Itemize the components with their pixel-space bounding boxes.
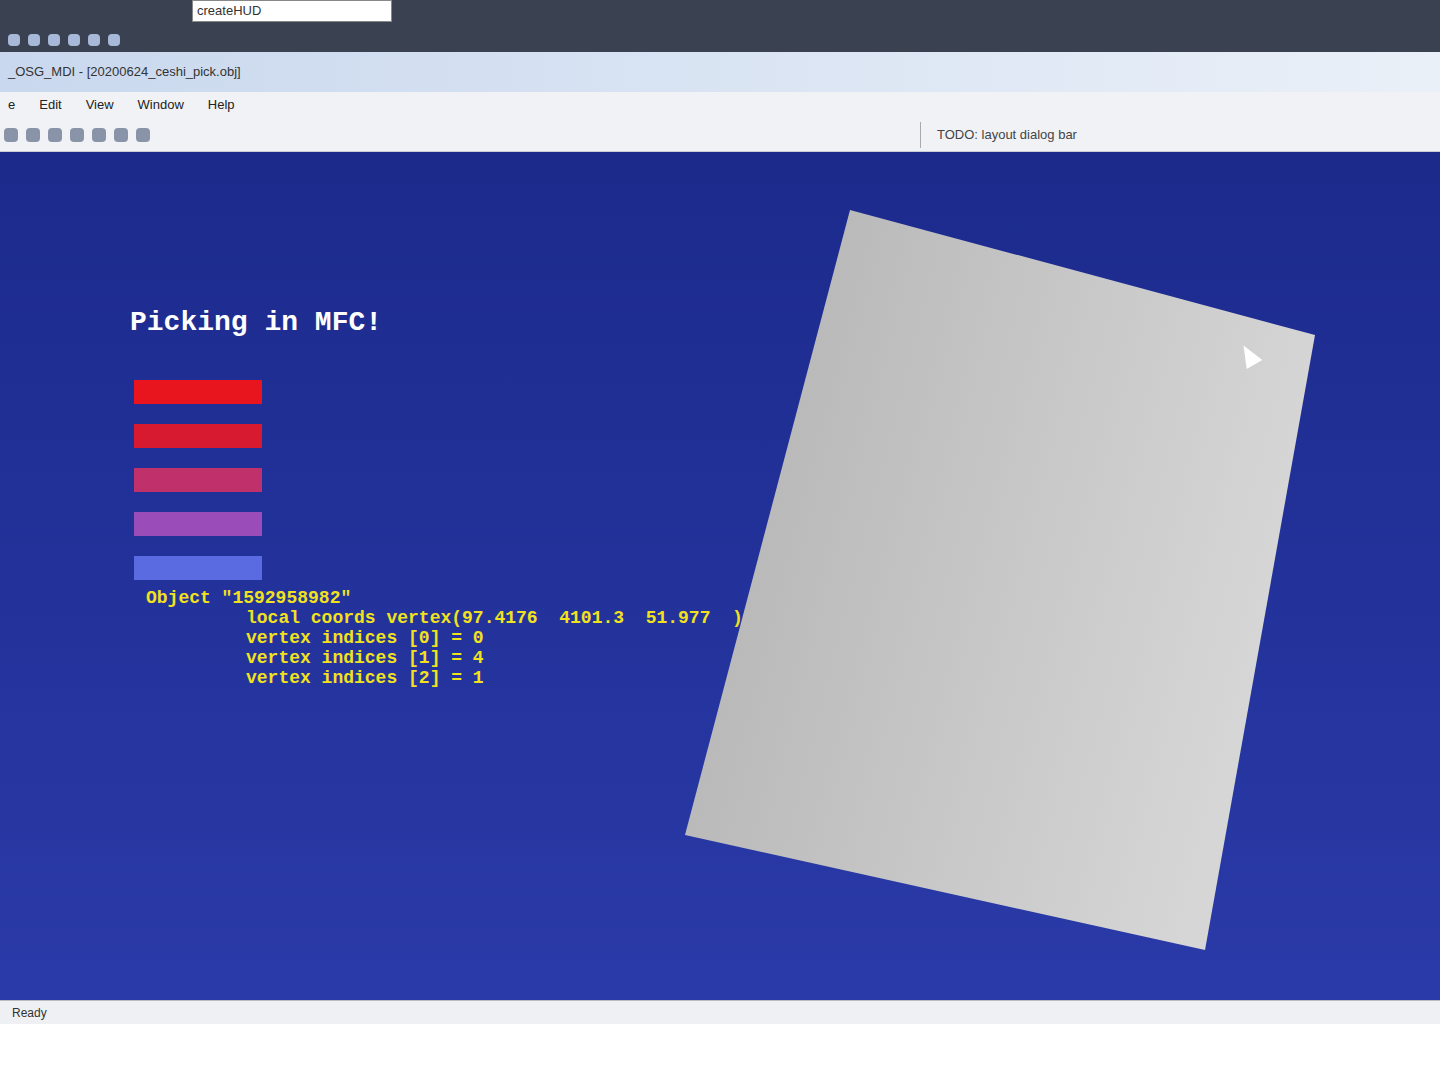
tool-icon[interactable] xyxy=(108,34,120,46)
status-bar: Ready xyxy=(0,1000,1440,1024)
menu-item[interactable]: View xyxy=(82,95,118,115)
toolbar: TODO: layout dialog bar xyxy=(0,118,1440,152)
tool-icon[interactable] xyxy=(92,128,106,142)
menu-item[interactable]: e xyxy=(4,95,19,115)
hud: Picking in MFC! Object "1592958982"local … xyxy=(130,302,743,688)
status-text: Ready xyxy=(12,1004,47,1022)
tool-icon[interactable] xyxy=(28,34,40,46)
combo-text: createHUD xyxy=(197,1,261,21)
toolbar-icons xyxy=(8,0,120,46)
tool-icon[interactable] xyxy=(70,128,84,142)
menu-item[interactable]: Help xyxy=(204,95,239,115)
menu-item[interactable]: Edit xyxy=(35,95,65,115)
tool-icon[interactable] xyxy=(48,34,60,46)
window-title: _OSG_MDI - [20200624_ceshi_pick.obj] xyxy=(8,62,241,82)
combo-box[interactable]: createHUD xyxy=(192,0,392,22)
viewport[interactable]: Picking in MFC! Object "1592958982"local … xyxy=(0,152,1440,1000)
color-bar xyxy=(134,380,262,404)
color-bars xyxy=(130,380,743,580)
dialog-bar: TODO: layout dialog bar xyxy=(937,125,1077,145)
info-line: vertex indices [1] = 4 xyxy=(146,648,743,668)
color-bar xyxy=(134,424,262,448)
tool-icon[interactable] xyxy=(136,128,150,142)
toolbar-icons xyxy=(4,128,904,142)
pick-info: Object "1592958982"local coords vertex(9… xyxy=(130,588,743,688)
tool-icon[interactable] xyxy=(8,34,20,46)
tool-icon[interactable] xyxy=(114,128,128,142)
title-bar: _OSG_MDI - [20200624_ceshi_pick.obj] xyxy=(0,52,1440,92)
tool-icon[interactable] xyxy=(26,128,40,142)
menu-bar: e Edit View Window Help xyxy=(0,92,1440,118)
menu-item[interactable]: Window xyxy=(134,95,188,115)
info-line: vertex indices [0] = 0 xyxy=(146,628,743,648)
color-bar xyxy=(134,468,262,492)
info-line: Object "1592958982" xyxy=(146,588,743,608)
separator xyxy=(920,122,921,148)
info-line: local coords vertex(97.4176 4101.3 51.97… xyxy=(146,608,743,628)
tool-icon[interactable] xyxy=(68,34,80,46)
tool-icon[interactable] xyxy=(4,128,18,142)
color-bar xyxy=(134,556,262,580)
top-toolbar: createHUD xyxy=(0,0,1440,52)
output-pane xyxy=(0,1024,1440,1080)
tool-icon[interactable] xyxy=(48,128,62,142)
tool-icon[interactable] xyxy=(88,34,100,46)
color-bar xyxy=(134,512,262,536)
info-line: vertex indices [2] = 1 xyxy=(146,668,743,688)
hud-title: Picking in MFC! xyxy=(130,302,743,344)
